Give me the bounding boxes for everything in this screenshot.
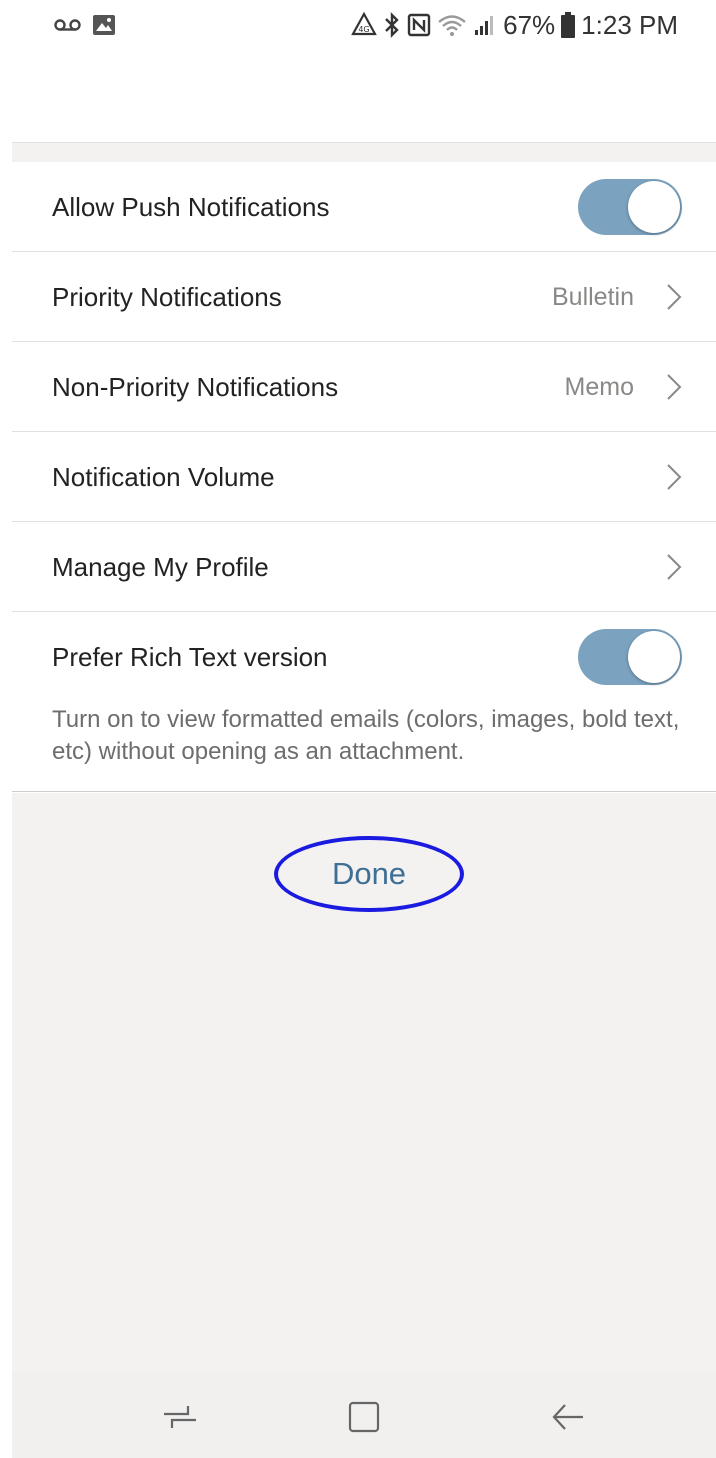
setting-prefer-rich-text[interactable]: Prefer Rich Text version Turn on to view…	[12, 612, 716, 792]
wifi-icon	[437, 13, 467, 37]
chevron-right-icon	[667, 374, 682, 400]
chevron-right-icon	[667, 464, 682, 490]
toggle-knob	[628, 181, 680, 233]
setting-notification-volume[interactable]: Notification Volume	[12, 432, 716, 522]
home-button[interactable]	[340, 1393, 388, 1441]
battery-icon	[561, 12, 576, 38]
setting-value: Bulletin	[552, 283, 634, 311]
setting-value: Memo	[564, 373, 634, 401]
setting-label: Non-Priority Notifications	[52, 372, 339, 402]
image-icon	[92, 13, 116, 37]
bluetooth-icon	[383, 11, 401, 39]
setting-manage-profile[interactable]: Manage My Profile	[12, 522, 716, 612]
back-button[interactable]	[544, 1393, 592, 1441]
setting-label: Manage My Profile	[52, 552, 269, 582]
settings-list: Allow Push Notifications Priority Notifi…	[12, 162, 716, 792]
section-divider	[12, 142, 716, 163]
done-label: Done	[331, 856, 407, 891]
status-left-icons	[54, 12, 116, 38]
signal-icon	[473, 13, 497, 37]
battery-level: 67%	[503, 9, 556, 40]
chevron-right-icon	[667, 554, 682, 580]
header-area	[0, 50, 716, 142]
toggle-knob	[628, 631, 680, 683]
setting-label: Notification Volume	[52, 462, 275, 492]
home-icon	[348, 1401, 380, 1433]
system-nav-bar	[12, 1373, 716, 1458]
done-button[interactable]: Done	[274, 836, 464, 912]
setting-label: Prefer Rich Text version	[52, 642, 328, 672]
data-saver-icon: 4G	[351, 12, 377, 38]
chevron-right-icon	[667, 284, 682, 310]
status-time: 1:23 PM	[581, 9, 678, 40]
voicemail-icon	[54, 17, 82, 33]
setting-non-priority-notifications[interactable]: Non-Priority Notifications Memo	[12, 342, 716, 432]
allow-push-toggle[interactable]	[578, 179, 682, 235]
setting-label: Priority Notifications	[52, 282, 282, 312]
nfc-icon	[407, 13, 431, 37]
recent-apps-button[interactable]	[156, 1393, 204, 1441]
recent-apps-icon	[164, 1406, 196, 1428]
rich-text-toggle[interactable]	[578, 629, 682, 685]
setting-allow-push[interactable]: Allow Push Notifications	[12, 162, 716, 252]
svg-text:4G: 4G	[358, 25, 369, 34]
status-right-icons: 4G 67% 1:23 PM	[351, 8, 678, 42]
setting-label: Allow Push Notifications	[52, 192, 330, 222]
setting-priority-notifications[interactable]: Priority Notifications Bulletin	[12, 252, 716, 342]
setting-description: Turn on to view formatted emails (colors…	[52, 706, 680, 765]
back-icon	[552, 1404, 583, 1430]
status-bar: 4G 67% 1:23 PM	[0, 0, 716, 50]
